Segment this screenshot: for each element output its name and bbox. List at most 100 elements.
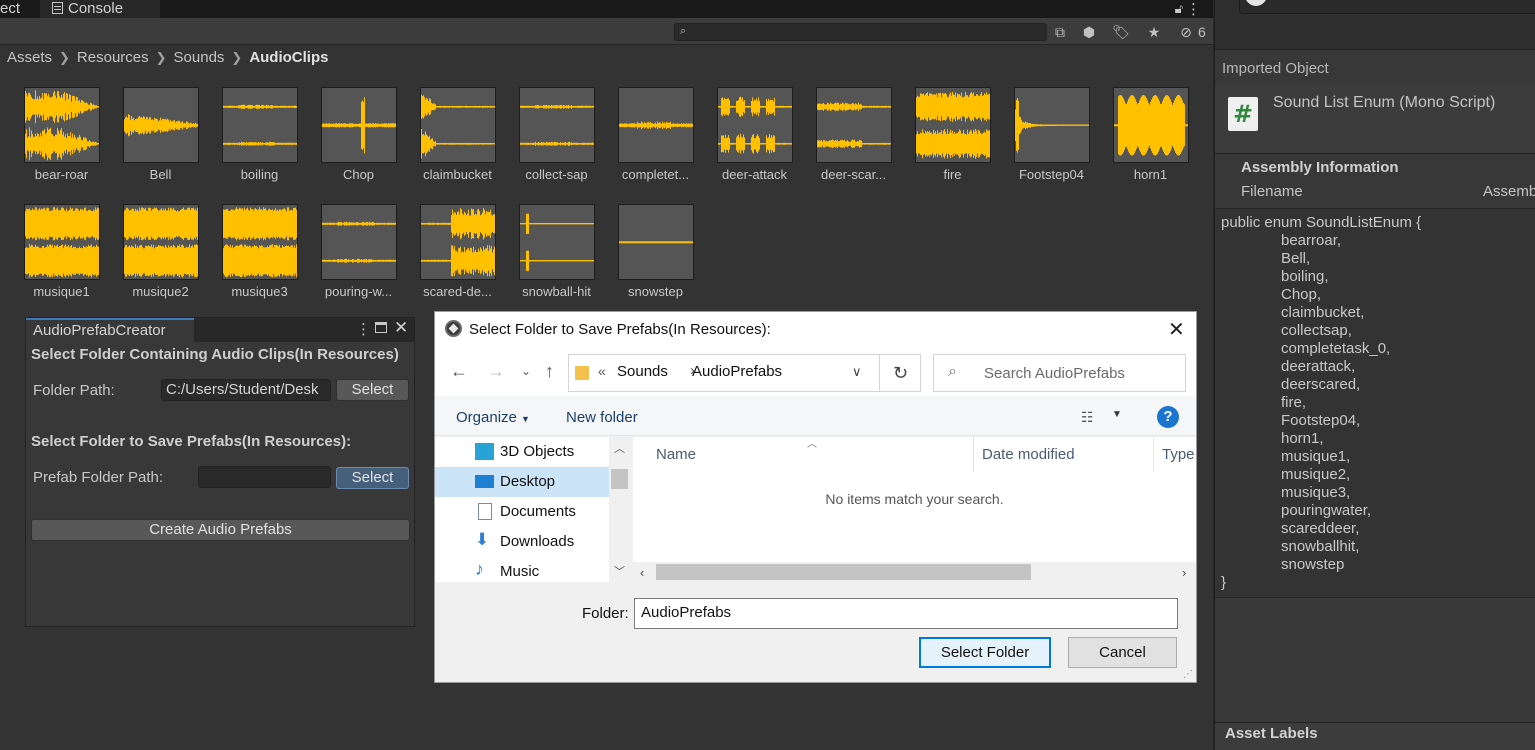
audio-clip-thumbnail[interactable] <box>618 204 694 280</box>
tab-audio-prefab-creator[interactable]: AudioPrefabCreator <box>26 318 194 342</box>
audio-clip-item[interactable]: bear-roar <box>12 87 111 197</box>
audio-clip-item[interactable]: Bell <box>111 87 210 197</box>
nav-item-desktop[interactable]: Desktop <box>435 467 609 497</box>
breadcrumb-assets[interactable]: Assets <box>7 49 52 66</box>
breadcrumb-audioclips[interactable]: AudioClips <box>249 49 328 66</box>
scrollbar-thumb[interactable] <box>611 469 628 489</box>
cancel-button[interactable]: Cancel <box>1068 637 1177 668</box>
asset-labels-section[interactable]: Asset Labels <box>1215 722 1535 750</box>
nav-item-music[interactable]: ♪ Music <box>435 557 609 587</box>
audio-clip-thumbnail[interactable] <box>321 204 397 280</box>
audio-clip-item[interactable]: musique3 <box>210 204 309 314</box>
audio-clip-item[interactable]: deer-scar... <box>804 87 903 197</box>
favorite-star-icon[interactable]: ★ <box>1145 23 1163 41</box>
audio-clip-thumbnail[interactable] <box>519 204 595 280</box>
audio-clip-thumbnail[interactable] <box>519 87 595 163</box>
nav-item-3d-objects[interactable]: 3D Objects <box>435 437 609 467</box>
audio-clip-thumbnail[interactable] <box>321 87 397 163</box>
kebab-menu-icon[interactable]: ⋮ <box>356 320 371 338</box>
audio-clip-thumbnail[interactable] <box>24 87 100 163</box>
refresh-icon[interactable]: ↻ <box>879 355 921 391</box>
audio-clip-item[interactable]: collect-sap <box>507 87 606 197</box>
audio-clip-item[interactable]: fire <box>903 87 1002 197</box>
project-search-input[interactable]: ⌕ <box>674 23 1047 41</box>
assembly-information-title[interactable]: Assembly Information <box>1241 159 1399 176</box>
audio-clip-item[interactable]: claimbucket <box>408 87 507 197</box>
up-arrow-icon[interactable]: ↑ <box>545 361 554 382</box>
column-date-modified[interactable]: Date modified <box>982 446 1075 463</box>
audio-clip-item[interactable]: musique1 <box>12 204 111 314</box>
audio-clip-item[interactable]: snowball-hit <box>507 204 606 314</box>
audio-clip-thumbnail[interactable] <box>24 204 100 280</box>
audio-clip-item[interactable]: completet... <box>606 87 705 197</box>
audio-clip-thumbnail[interactable] <box>1113 87 1189 163</box>
nav-item-documents[interactable]: Documents <box>435 497 609 527</box>
label-tag-icon[interactable]: 🏷︎ <box>1112 23 1130 41</box>
column-type[interactable]: Type <box>1162 446 1195 463</box>
address-bar[interactable]: « Sounds › AudioPrefabs ∨ ↻ <box>568 354 921 392</box>
address-segment-audioprefabs[interactable]: AudioPrefabs <box>692 363 782 380</box>
folder-input[interactable]: AudioPrefabs <box>634 598 1178 629</box>
audio-clip-item[interactable]: horn1 <box>1101 87 1200 197</box>
folder-path-field[interactable]: C:/Users/Student/Desk <box>161 379 331 401</box>
audio-clip-thumbnail[interactable] <box>915 87 991 163</box>
maximize-icon[interactable] <box>375 322 387 333</box>
chevron-down-icon[interactable]: ∨ <box>852 364 862 380</box>
tab-project[interactable]: ect <box>0 0 38 18</box>
scroll-down-arrow-icon[interactable]: ﹀ <box>614 563 625 579</box>
scroll-right-arrow-icon[interactable]: › <box>1182 565 1186 580</box>
audio-clip-item[interactable]: boiling <box>210 87 309 197</box>
chevron-left-double-icon[interactable]: « <box>598 363 606 379</box>
audio-clip-thumbnail[interactable] <box>222 204 298 280</box>
breadcrumb-resources[interactable]: Resources <box>77 49 149 66</box>
caret-down-icon[interactable]: ▼ <box>1112 409 1122 420</box>
back-arrow-icon[interactable]: ← <box>450 361 468 382</box>
scroll-up-arrow-icon[interactable]: ︿ <box>614 440 625 456</box>
audio-clip-item[interactable]: musique2 <box>111 204 210 314</box>
audio-clip-thumbnail[interactable] <box>222 87 298 163</box>
audio-clip-thumbnail[interactable] <box>420 204 496 280</box>
breadcrumb-sounds[interactable]: Sounds <box>174 49 225 66</box>
scroll-left-arrow-icon[interactable]: ‹ <box>640 565 644 580</box>
column-name[interactable]: Name <box>656 446 696 463</box>
inspector-search-field[interactable] <box>1239 0 1535 14</box>
search-by-type-icon[interactable]: ⧉ <box>1051 23 1069 41</box>
audio-clip-thumbnail[interactable] <box>717 87 793 163</box>
audio-clip-item[interactable]: pouring-w... <box>309 204 408 314</box>
select-folder-button[interactable]: Select Folder <box>919 637 1051 668</box>
column-separator[interactable] <box>1153 437 1154 472</box>
horizontal-scrollbar[interactable]: ‹ › <box>633 562 1196 582</box>
forward-arrow-icon[interactable]: → <box>487 361 505 382</box>
audio-clip-item[interactable]: deer-attack <box>705 87 804 197</box>
organize-menu[interactable]: Organize ▼ <box>456 409 530 426</box>
select-prefab-folder-button[interactable]: Select <box>336 467 409 489</box>
audio-clip-item[interactable]: Chop <box>309 87 408 197</box>
kebab-menu-icon[interactable]: ⋮ <box>1186 0 1201 18</box>
audio-clip-thumbnail[interactable] <box>618 87 694 163</box>
close-icon[interactable]: ✕ <box>1168 317 1185 342</box>
prefab-folder-path-field[interactable] <box>198 466 331 488</box>
create-audio-prefabs-button[interactable]: Create Audio Prefabs <box>31 519 410 541</box>
audio-clip-thumbnail[interactable] <box>123 87 199 163</box>
audio-clip-thumbnail[interactable] <box>420 87 496 163</box>
select-source-folder-button[interactable]: Select <box>336 379 409 401</box>
view-options-icon[interactable]: ☷ <box>1081 409 1094 426</box>
column-separator[interactable] <box>973 437 974 472</box>
audio-clip-thumbnail[interactable] <box>1014 87 1090 163</box>
nav-item-downloads[interactable]: ⬇ Downloads <box>435 527 609 557</box>
navigation-scrollbar[interactable]: ︿ ﹀ <box>609 437 630 582</box>
audio-clip-thumbnail[interactable] <box>123 204 199 280</box>
hidden-packages-icon[interactable]: ⊘ <box>1177 23 1195 41</box>
close-icon[interactable]: ✕ <box>394 318 408 338</box>
audio-clip-thumbnail[interactable] <box>816 87 892 163</box>
audio-clip-item[interactable]: scared-de... <box>408 204 507 314</box>
dialog-search-box[interactable]: ⌕ Search AudioPrefabs <box>933 354 1186 392</box>
filter-type-icon[interactable]: ⬢ <box>1080 23 1098 41</box>
tab-console[interactable]: Console <box>40 0 160 18</box>
address-segment-sounds[interactable]: Sounds <box>617 363 668 380</box>
lock-icon[interactable]: 🔓︎ <box>1175 1 1183 17</box>
resize-grip-icon[interactable]: ⋰ <box>1183 669 1193 680</box>
audio-clip-item[interactable]: snowstep <box>606 204 705 314</box>
scrollbar-thumb[interactable] <box>656 564 1031 580</box>
help-icon[interactable]: ? <box>1157 406 1179 428</box>
